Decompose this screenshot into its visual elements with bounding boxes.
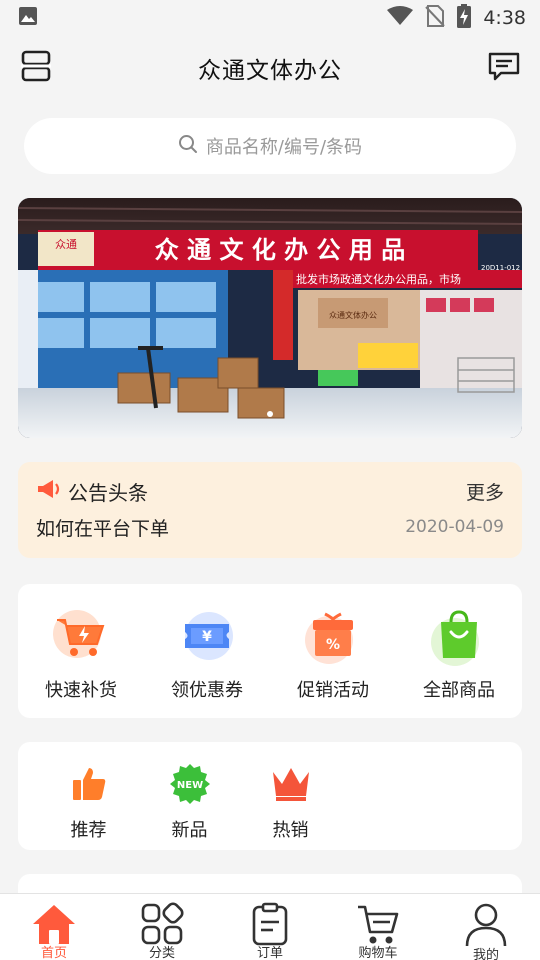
tab-label: 订单 [256, 946, 283, 960]
tag-recommend[interactable]: 推荐 [38, 742, 139, 850]
banner-indicator-dot[interactable] [267, 411, 273, 417]
shopping-bag-icon [429, 606, 489, 666]
svg-text:¥: ¥ [202, 629, 212, 645]
coupon-icon: ¥ [177, 606, 237, 666]
tags-card: 推荐 NEW 新品 热销 [18, 742, 522, 850]
bottom-tab-bar: 首页 分类 订单 购物车 我的 [0, 893, 540, 960]
message-icon [487, 51, 521, 85]
quick-action-label: 全部商品 [423, 680, 495, 701]
category-icon [138, 902, 186, 946]
tab-label: 购物车 [358, 946, 398, 960]
status-bar: 4:38 [0, 0, 540, 36]
announcement-date: 2020-04-09 [405, 517, 504, 537]
banner-logo-text: 众通 [55, 238, 77, 251]
tag-new[interactable]: NEW 新品 [139, 742, 240, 850]
tab-orders[interactable]: 订单 [216, 894, 324, 960]
tag-label: 热销 [272, 820, 309, 841]
quick-action-promotion[interactable]: % 促销活动 [270, 584, 396, 718]
scan-button[interactable] [20, 50, 52, 86]
order-icon [246, 902, 294, 946]
thumbs-up-icon [67, 762, 111, 806]
search-icon [178, 134, 198, 158]
gift-percent-icon: % [303, 606, 363, 666]
announcement-label: 公告头条 [68, 480, 148, 505]
scan-icon [21, 50, 51, 86]
status-time: 4:38 [483, 7, 526, 29]
search-placeholder: 商品名称/编号/条码 [205, 137, 363, 158]
new-badge-text: NEW [176, 780, 202, 791]
quick-action-coupon[interactable]: ¥ 领优惠券 [144, 584, 270, 718]
cart-icon [354, 902, 402, 946]
tab-profile[interactable]: 我的 [432, 894, 540, 960]
search-input[interactable]: 商品名称/编号/条码 [24, 118, 516, 174]
quick-actions-card: 快速补货 ¥ 领优惠券 % 促销活动 全部商品 [18, 584, 522, 718]
quick-action-label: 促销活动 [297, 680, 369, 701]
quick-action-all-products[interactable]: 全部商品 [396, 584, 522, 718]
quick-action-label: 快速补货 [45, 680, 117, 701]
tab-label: 首页 [40, 946, 67, 960]
banner-side-text: 批发市场政通文化办公用品，市场 [296, 272, 461, 286]
tab-label: 我的 [472, 948, 499, 960]
quick-action-label: 领优惠券 [171, 680, 243, 701]
tab-label: 分类 [148, 946, 175, 960]
message-button[interactable] [486, 50, 522, 86]
tab-cart[interactable]: 购物车 [324, 894, 432, 960]
app-header: 众通文体办公 [0, 36, 540, 100]
no-sim-icon [425, 5, 446, 31]
tab-category[interactable]: 分类 [108, 894, 216, 960]
banner-code-text: 20D11-012 [481, 264, 520, 272]
announcement-headline[interactable]: 如何在平台下单 [36, 514, 405, 541]
wifi-icon [387, 6, 414, 30]
banner-sign-text: 众 通 文 化 办 公 用 品 [155, 235, 406, 264]
user-icon [462, 902, 510, 948]
battery-charging-icon [457, 4, 472, 32]
tab-home[interactable]: 首页 [0, 894, 108, 960]
home-icon [30, 902, 78, 946]
tag-label: 推荐 [70, 820, 107, 841]
announcement-card[interactable]: 公告头条 更多 如何在平台下单 2020-04-09 [18, 462, 522, 558]
page-title: 众通文体办公 [198, 58, 342, 84]
image-notification-icon [18, 6, 38, 30]
banner-image: 众通 众 通 文 化 办 公 用 品 批发市场政通文化办公用品，市场 20D11… [18, 198, 522, 438]
svg-text:%: % [326, 637, 340, 653]
tag-label: 新品 [171, 820, 208, 841]
megaphone-icon [36, 478, 62, 504]
quick-action-restock[interactable]: 快速补货 [18, 584, 144, 718]
tag-hot-sale[interactable]: 热销 [240, 742, 341, 850]
cart-lightning-icon [51, 606, 111, 666]
announcement-more-link[interactable]: 更多 [466, 478, 504, 505]
banner-counter-text: 众通文体办公 [329, 310, 377, 320]
crown-icon [269, 762, 313, 806]
new-badge-icon: NEW [168, 762, 212, 806]
promo-banner[interactable]: 众通 众 通 文 化 办 公 用 品 批发市场政通文化办公用品，市场 20D11… [18, 198, 522, 438]
